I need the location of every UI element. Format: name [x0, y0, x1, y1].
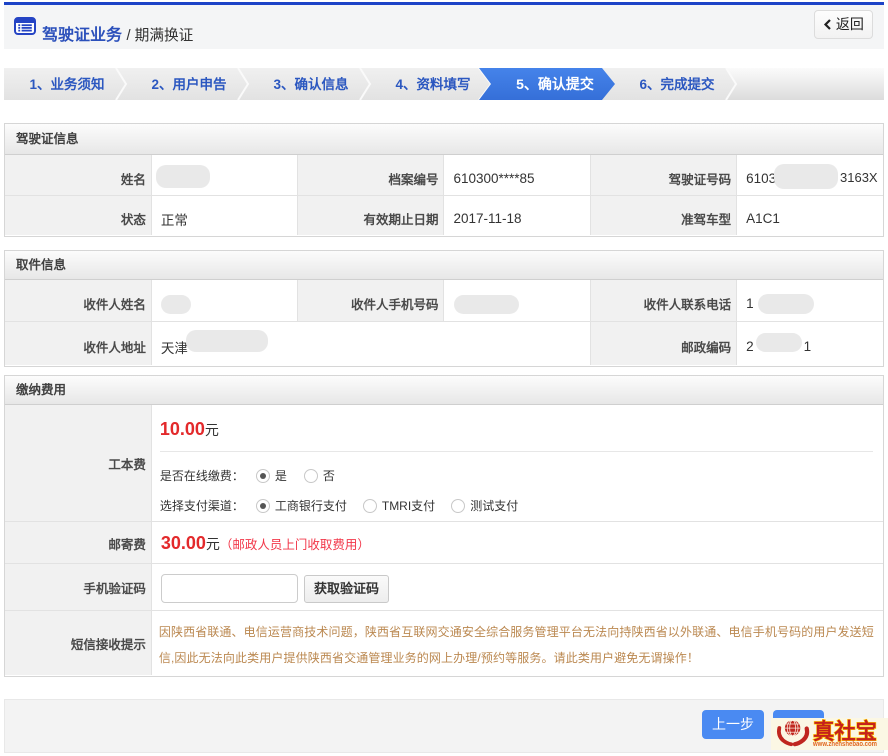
- svg-text:4、资料填写: 4、资料填写: [395, 76, 470, 92]
- svg-text:www.zhenshebao.com: www.zhenshebao.com: [812, 739, 877, 748]
- svg-text:2、用户申告: 2、用户申告: [151, 76, 226, 92]
- svg-text:1、业务须知: 1、业务须知: [29, 76, 104, 92]
- svg-text:3、确认信息: 3、确认信息: [273, 76, 349, 92]
- svg-text:6、完成提交: 6、完成提交: [639, 76, 715, 92]
- svg-text:5、确认提交: 5、确认提交: [516, 76, 594, 92]
